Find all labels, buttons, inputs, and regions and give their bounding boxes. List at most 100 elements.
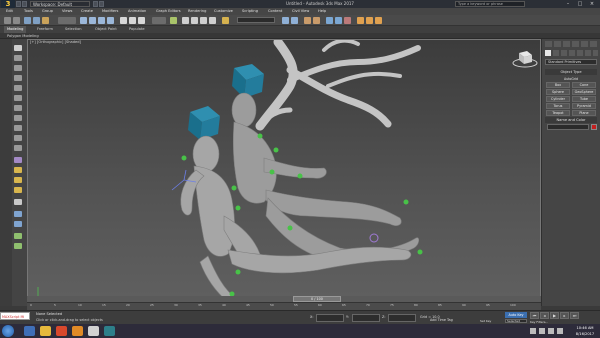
object-color-swatch[interactable]	[591, 124, 597, 130]
viewcube-icon[interactable]	[511, 47, 539, 69]
open-file-icon[interactable]	[22, 1, 27, 7]
new-file-icon[interactable]	[16, 1, 21, 7]
plane-button[interactable]: Plane	[572, 110, 596, 116]
systems-icon[interactable]	[593, 50, 598, 56]
search-input[interactable]: Type a keyword or phrase	[455, 1, 525, 7]
set-key-button[interactable]: Set Key	[480, 319, 504, 323]
previous-frame-icon[interactable]: ◂	[540, 312, 549, 319]
spinner-snap-icon[interactable]	[209, 17, 216, 24]
cylinder-button[interactable]: Cylinder	[546, 96, 570, 102]
tab-modeling[interactable]: Modeling	[4, 26, 27, 33]
tool-icon-5[interactable]	[14, 85, 22, 91]
select-object-icon[interactable]	[80, 17, 87, 24]
tab-selection[interactable]: Selection	[62, 26, 85, 33]
viewport[interactable]	[27, 39, 541, 306]
tool-icon-6[interactable]	[14, 95, 22, 101]
tube-button[interactable]: Tube	[572, 96, 596, 102]
rendered-frame-window-icon[interactable]	[366, 17, 373, 24]
motion-tab-icon[interactable]	[572, 41, 579, 47]
internet-explorer-icon[interactable]	[24, 326, 35, 336]
schematic-view-icon[interactable]	[335, 17, 342, 24]
key-mode-dropdown[interactable]: Selected	[505, 319, 527, 323]
menu-modifiers[interactable]: Modifiers	[102, 8, 118, 15]
tool-icon-7[interactable]	[14, 105, 22, 111]
media-player-icon[interactable]	[56, 326, 67, 336]
selection-set-field[interactable]	[237, 17, 275, 23]
battery-icon[interactable]	[557, 328, 563, 334]
tool-icon-20[interactable]	[14, 243, 22, 249]
tool-icon-9[interactable]	[14, 125, 22, 131]
window-crossing-icon[interactable]	[107, 17, 114, 24]
box-button[interactable]: Box	[546, 82, 570, 88]
z-coordinate-field[interactable]	[388, 314, 416, 322]
lights-icon[interactable]	[561, 50, 567, 56]
create-tab-icon[interactable]	[545, 41, 552, 47]
minimize-icon[interactable]: –	[562, 0, 574, 8]
pivot-center-icon[interactable]	[170, 17, 177, 24]
tool-icon-2[interactable]	[14, 55, 22, 61]
workspace-dropdown[interactable]: Workspace: Default	[30, 1, 90, 7]
volume-icon[interactable]	[548, 328, 554, 334]
tool-icon-13[interactable]	[14, 167, 22, 173]
tool-icon-16[interactable]	[14, 199, 22, 205]
menu-tools[interactable]: Tools	[24, 8, 33, 15]
redo-icon[interactable]	[99, 1, 104, 7]
select-tool-icon[interactable]	[14, 45, 22, 51]
utilities-tab-icon[interactable]	[590, 41, 597, 47]
angle-snap-icon[interactable]	[191, 17, 198, 24]
redo-tool-icon[interactable]	[13, 17, 20, 24]
tool-icon-14[interactable]	[14, 177, 22, 183]
next-frame-icon[interactable]: ▸	[560, 312, 569, 319]
name-and-color-rollout[interactable]: Name and Color	[545, 117, 597, 123]
file-explorer-icon[interactable]	[40, 326, 51, 336]
start-button-icon[interactable]	[2, 325, 14, 337]
tool-icon-4[interactable]	[14, 75, 22, 81]
geosphere-button[interactable]: GeoSphere	[572, 89, 596, 95]
taskbar-clock[interactable]: 10:46 AM 8/16/2017	[570, 325, 600, 337]
tab-freeform[interactable]: Freeform	[34, 26, 56, 33]
display-tab-icon[interactable]	[581, 41, 588, 47]
edit-named-selection-icon[interactable]	[222, 17, 229, 24]
flag-icon[interactable]	[530, 328, 536, 334]
reference-coordinate-dropdown[interactable]	[152, 17, 166, 24]
render-production-icon[interactable]	[375, 17, 382, 24]
play-icon[interactable]: ▶	[550, 312, 559, 319]
unlink-icon[interactable]	[33, 17, 40, 24]
tab-populate[interactable]: Populate	[126, 26, 148, 33]
cone-button[interactable]: Cone	[572, 82, 596, 88]
app-logo-icon[interactable]: 3	[1, 0, 15, 8]
move-icon[interactable]	[120, 17, 127, 24]
teapot-button[interactable]: Teapot	[546, 110, 570, 116]
selection-filter-dropdown[interactable]	[58, 17, 76, 24]
geometry-icon[interactable]	[545, 50, 551, 56]
render-setup-icon[interactable]	[357, 17, 364, 24]
scale-icon[interactable]	[138, 17, 145, 24]
tab-object-paint[interactable]: Object Paint	[92, 26, 120, 33]
material-editor-icon[interactable]	[344, 17, 351, 24]
menu-civil-view[interactable]: Civil View	[292, 8, 309, 15]
tool-icon-10[interactable]	[14, 135, 22, 141]
toggle-ribbon-icon[interactable]	[313, 17, 320, 24]
tool-icon-11[interactable]	[14, 145, 22, 151]
bind-space-warp-icon[interactable]	[42, 17, 49, 24]
tool-icon-18[interactable]	[14, 221, 22, 227]
helpers-icon[interactable]	[577, 50, 583, 56]
modify-tab-icon[interactable]	[554, 41, 561, 47]
menu-rendering[interactable]: Rendering	[188, 8, 206, 15]
menu-edit[interactable]: Edit	[6, 8, 13, 15]
y-coordinate-field[interactable]	[352, 314, 380, 322]
firefox-icon[interactable]	[72, 326, 83, 336]
tool-icon-19[interactable]	[14, 233, 22, 239]
hierarchy-tab-icon[interactable]	[563, 41, 570, 47]
pyramid-button[interactable]: Pyramid	[572, 103, 596, 109]
maximize-icon[interactable]: □	[574, 0, 586, 8]
viewport-label[interactable]: [+] [Orthographic] [Shaded]	[30, 40, 130, 45]
torus-button[interactable]: Torus	[546, 103, 570, 109]
select-by-name-icon[interactable]	[89, 17, 96, 24]
shapes-icon[interactable]	[553, 50, 559, 56]
undo-icon[interactable]	[93, 1, 98, 7]
maxscript-listener[interactable]: MAXScript Mi	[0, 312, 30, 320]
rectangle-selection-icon[interactable]	[98, 17, 105, 24]
primitive-type-dropdown[interactable]: Standard Primitives	[545, 59, 597, 65]
menu-create[interactable]: Create	[81, 8, 93, 15]
